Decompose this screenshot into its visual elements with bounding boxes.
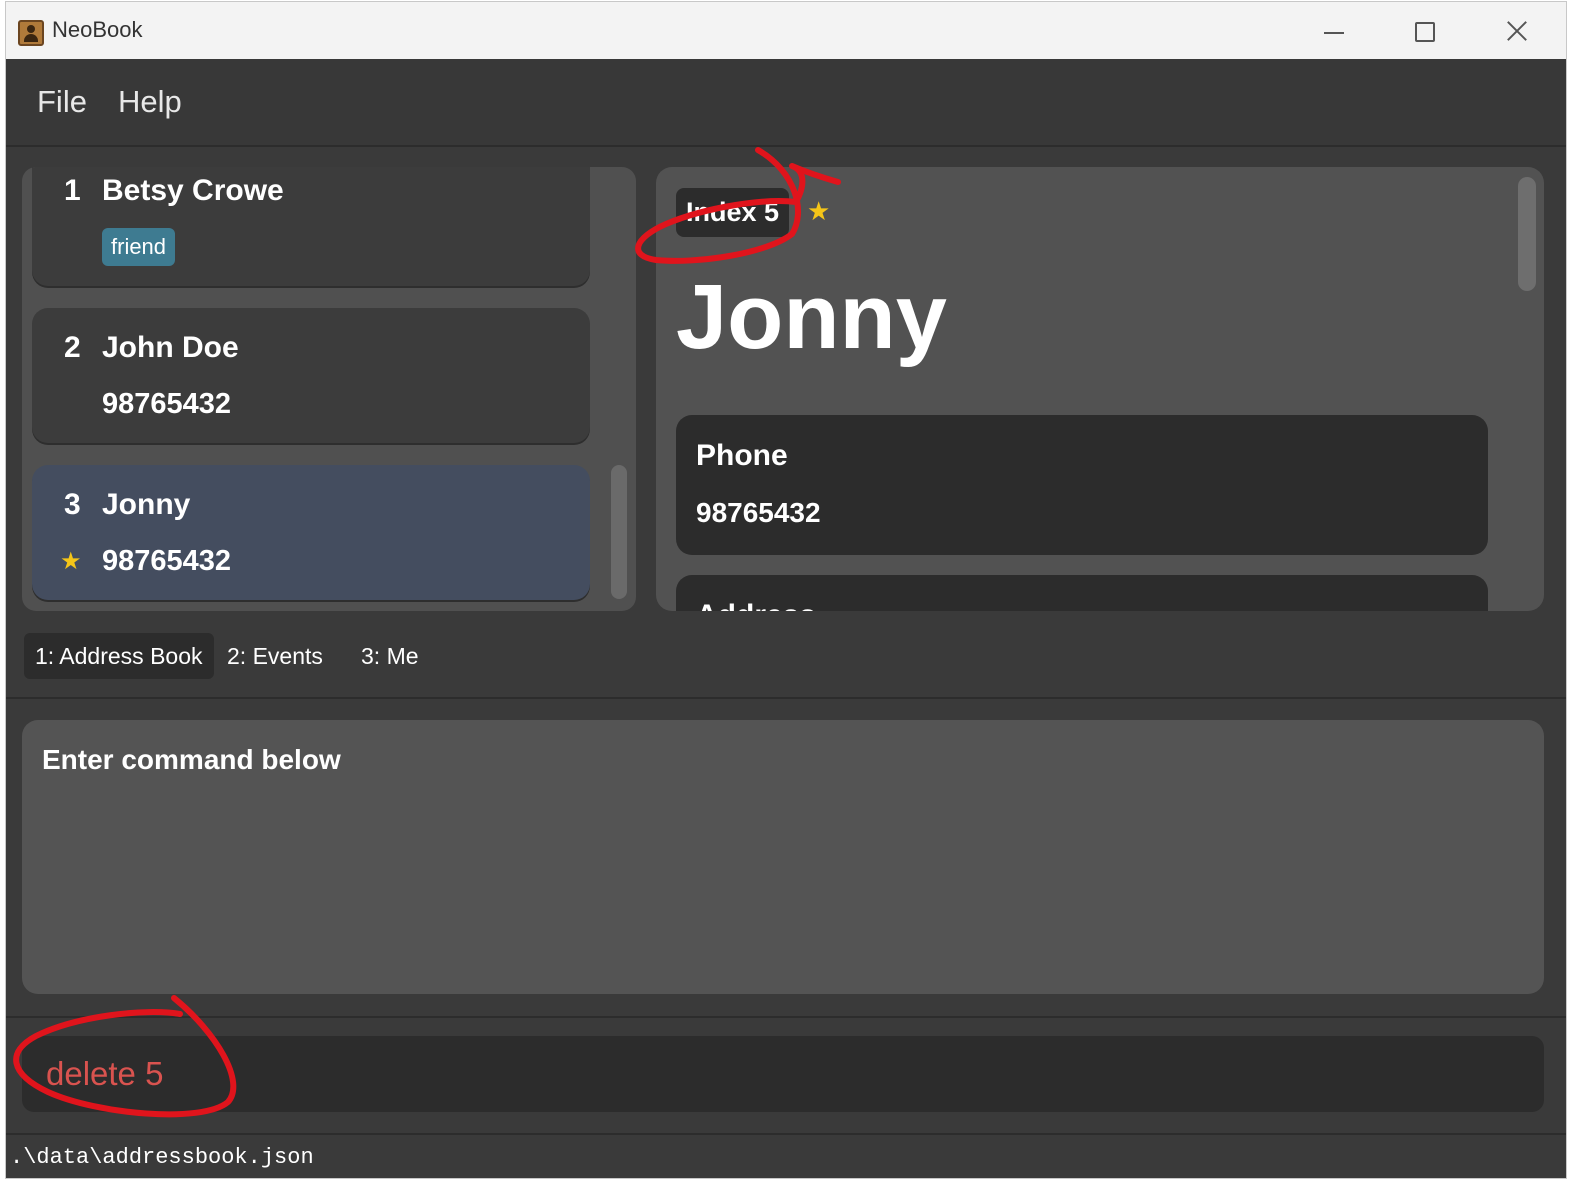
- person-index: 2: [64, 331, 81, 364]
- detail-scrollbar[interactable]: [1518, 177, 1536, 291]
- phone-field-card: Phone 98765432: [676, 415, 1488, 555]
- divider: [6, 697, 1566, 699]
- star-icon: ★: [807, 197, 831, 227]
- phone-value: 98765432: [696, 497, 821, 528]
- result-display: Enter command below: [22, 720, 1544, 994]
- index-badge: Index 5: [676, 188, 790, 237]
- person-card-selected[interactable]: 3 Jonny ★ 98765432: [32, 465, 590, 600]
- tab-address-book[interactable]: 1: Address Book: [24, 633, 214, 679]
- person-name: Jonny: [102, 488, 191, 521]
- title-bar: NeoBook: [6, 2, 1566, 59]
- window-title: NeoBook: [52, 17, 143, 42]
- minimize-button[interactable]: [1288, 2, 1378, 59]
- menu-help[interactable]: Help: [118, 84, 182, 120]
- maximize-button[interactable]: [1378, 2, 1468, 59]
- person-phone: 98765432: [102, 388, 232, 420]
- contact-book-icon: [18, 20, 44, 46]
- person-list: 1 Betsy Crowe friend 2 John Doe 98765432…: [22, 167, 636, 611]
- command-input[interactable]: [46, 1048, 1526, 1100]
- phone-label: Phone: [696, 439, 788, 472]
- star-icon: ★: [60, 547, 82, 575]
- close-button[interactable]: [1470, 2, 1560, 59]
- address-label: Address: [696, 599, 816, 611]
- person-index: 3: [64, 488, 81, 521]
- person-tag: friend: [102, 228, 176, 266]
- app-window: NeoBook File Help 1 Betsy Crowe friend 2…: [6, 2, 1566, 1178]
- person-name: Betsy Crowe: [102, 174, 284, 207]
- divider: [6, 1016, 1566, 1018]
- tab-me[interactable]: 3: Me: [350, 633, 430, 679]
- menu-file[interactable]: File: [37, 84, 87, 120]
- command-box: [22, 1036, 1544, 1112]
- person-index: 1: [64, 174, 81, 207]
- tab-events[interactable]: 2: Events: [216, 633, 334, 679]
- status-bar: .\data\addressbook.json: [6, 1135, 1566, 1178]
- result-text: Enter command below: [42, 744, 341, 775]
- menu-bar: File Help: [6, 59, 1566, 147]
- save-location-path: .\data\addressbook.json: [10, 1145, 314, 1170]
- person-card[interactable]: 1 Betsy Crowe friend: [32, 167, 590, 286]
- detail-name: Jonny: [676, 266, 947, 368]
- person-card[interactable]: 2 John Doe 98765432: [32, 308, 590, 443]
- person-name: John Doe: [102, 331, 239, 364]
- person-detail-panel: Index 5 ★ Jonny Phone 98765432 Address: [656, 167, 1544, 611]
- list-scrollbar[interactable]: [611, 465, 627, 599]
- address-field-card: Address: [676, 575, 1488, 611]
- person-phone: 98765432: [102, 545, 232, 577]
